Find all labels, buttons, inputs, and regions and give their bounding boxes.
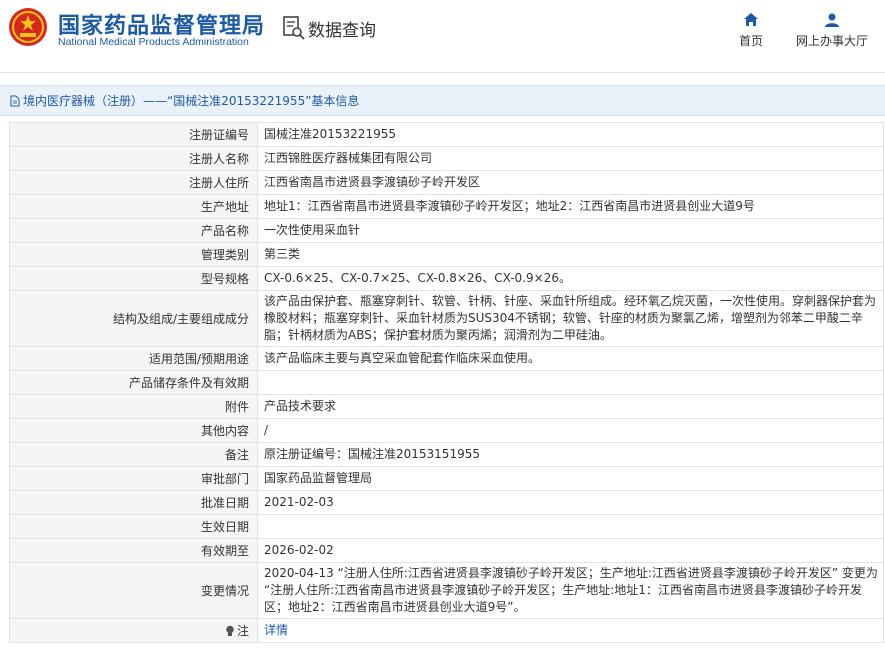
user-icon [825,13,839,27]
field-label: 变更情况 [9,562,258,619]
table-row: 注册人名称 江西锦胜医疗器械集团有限公司 [9,146,884,171]
table-row: 型号规格 CX-0.6×25、CX-0.7×25、CX-0.8×26、CX-0.9… [9,266,884,291]
field-label: 型号规格 [9,266,258,291]
field-value: 一次性使用采血针 [257,218,884,243]
table-row: 产品名称 一次性使用采血针 [9,218,884,243]
field-value: 2026-02-02 [257,538,884,563]
field-label: 有效期至 [9,538,258,563]
table-row: 结构及组成/主要组成成分 该产品由保护套、瓶塞穿刺针、软管、针柄、针座、采血针所组… [9,290,884,347]
table-row-note: 注 详情 [9,618,884,643]
lightbulb-icon [226,625,234,636]
field-value: 该产品由保护套、瓶塞穿刺针、软管、针柄、针座、采血针所组成。经环氧乙烷灭菌，一次… [257,290,884,347]
field-value: 产品技术要求 [257,394,884,419]
table-row: 产品储存条件及有效期 [9,370,884,395]
document-icon [10,95,20,106]
table-row: 生产地址 地址1：江西省南昌市进贤县李渡镇砂子岭开发区；地址2：江西省南昌市进贤县… [9,194,884,219]
table-row: 有效期至 2026-02-02 [9,538,884,563]
table-row: 审批部门 国家药品监督管理局 [9,466,884,491]
field-label: 产品名称 [9,218,258,243]
field-label: 生产地址 [9,194,258,219]
field-value: CX-0.6×25、CX-0.7×25、CX-0.8×26、CX-0.9×26。 [257,266,884,291]
field-value: 2021-02-03 [257,490,884,515]
field-label: 注册人住所 [9,170,258,195]
table-row: 变更情况 2020-04-13 “注册人住所:江西省进贤县李渡镇砂子岭开发区；生产… [9,562,884,619]
field-value: 江西省南昌市进贤县李渡镇砂子岭开发区 [257,170,884,195]
field-value: / [257,418,884,443]
data-query-label: 数据查询 [308,20,376,41]
field-value: 2020-04-13 “注册人住所:江西省进贤县李渡镇砂子岭开发区；生产地址:江… [257,562,884,619]
note-label: 注 [236,624,249,638]
field-label: 注册人名称 [9,146,258,171]
field-label: 产品储存条件及有效期 [9,370,258,395]
table-row: 附件 产品技术要求 [9,394,884,419]
table-row: 其他内容 / [9,418,884,443]
field-value: 原注册证编号：国械注准20153151955 [257,442,884,467]
document-search-icon [283,16,305,40]
table-row: 适用范围/预期用途 该产品临床主要与真空采血管配套作临床采血使用。 [9,346,884,371]
table-row: 生效日期 [9,514,884,539]
breadcrumb: 境内医疗器械（注册）——“国械注准20153221955”基本信息 [0,85,885,116]
field-label: 结构及组成/主要组成成分 [9,290,258,347]
field-label: 注册证编号 [9,122,258,147]
table-row: 注册人住所 江西省南昌市进贤县李渡镇砂子岭开发区 [9,170,884,195]
nav-home-label: 首页 [738,34,763,48]
nav-online-hall[interactable]: 网上办事大厅 [794,12,870,49]
details-link[interactable]: 详情 [264,623,288,637]
field-label: 生效日期 [9,514,258,539]
site-header: 国家药品监督管理局 National Medical Products Admi… [0,0,885,70]
header-divider [0,72,885,73]
site-title-en: National Medical Products Administration [58,36,249,48]
field-value: 江西锦胜医疗器械集团有限公司 [257,146,884,171]
field-label: 附件 [9,394,258,419]
field-label: 管理类别 [9,242,258,267]
field-label: 其他内容 [9,418,258,443]
note-label-cell: 注 [9,618,258,643]
table-row: 注册证编号 国械注准20153221955 [9,122,884,147]
field-value: 地址1：江西省南昌市进贤县李渡镇砂子岭开发区；地址2：江西省南昌市进贤县创业大道… [257,194,884,219]
table-row: 管理类别 第三类 [9,242,884,267]
field-label: 适用范围/预期用途 [9,346,258,371]
data-query-section[interactable]: 数据查询 [282,15,376,41]
field-label: 审批部门 [9,466,258,491]
device-info-table: 注册证编号 国械注准20153221955 注册人名称 江西锦胜医疗器械集团有限公司注… [9,122,884,643]
note-value-cell: 详情 [257,618,884,643]
breadcrumb-text[interactable]: 境内医疗器械（注册）——“国械注准20153221955”基本信息 [23,92,359,109]
field-value: 第三类 [257,242,884,267]
field-value [257,514,884,539]
field-label: 批准日期 [9,490,258,515]
nav-home[interactable]: 首页 [738,12,764,49]
home-icon [744,13,758,26]
national-emblem-logo [9,8,47,46]
field-label: 备注 [9,442,258,467]
field-value: 国械注准20153221955 [257,122,884,147]
field-value: 该产品临床主要与真空采血管配套作临床采血使用。 [257,346,884,371]
nav-hall-label: 网上办事大厅 [795,34,868,48]
table-row: 批准日期 2021-02-03 [9,490,884,515]
field-value [257,370,884,395]
table-row: 备注 原注册证编号：国械注准20153151955 [9,442,884,467]
field-value: 国家药品监督管理局 [257,466,884,491]
